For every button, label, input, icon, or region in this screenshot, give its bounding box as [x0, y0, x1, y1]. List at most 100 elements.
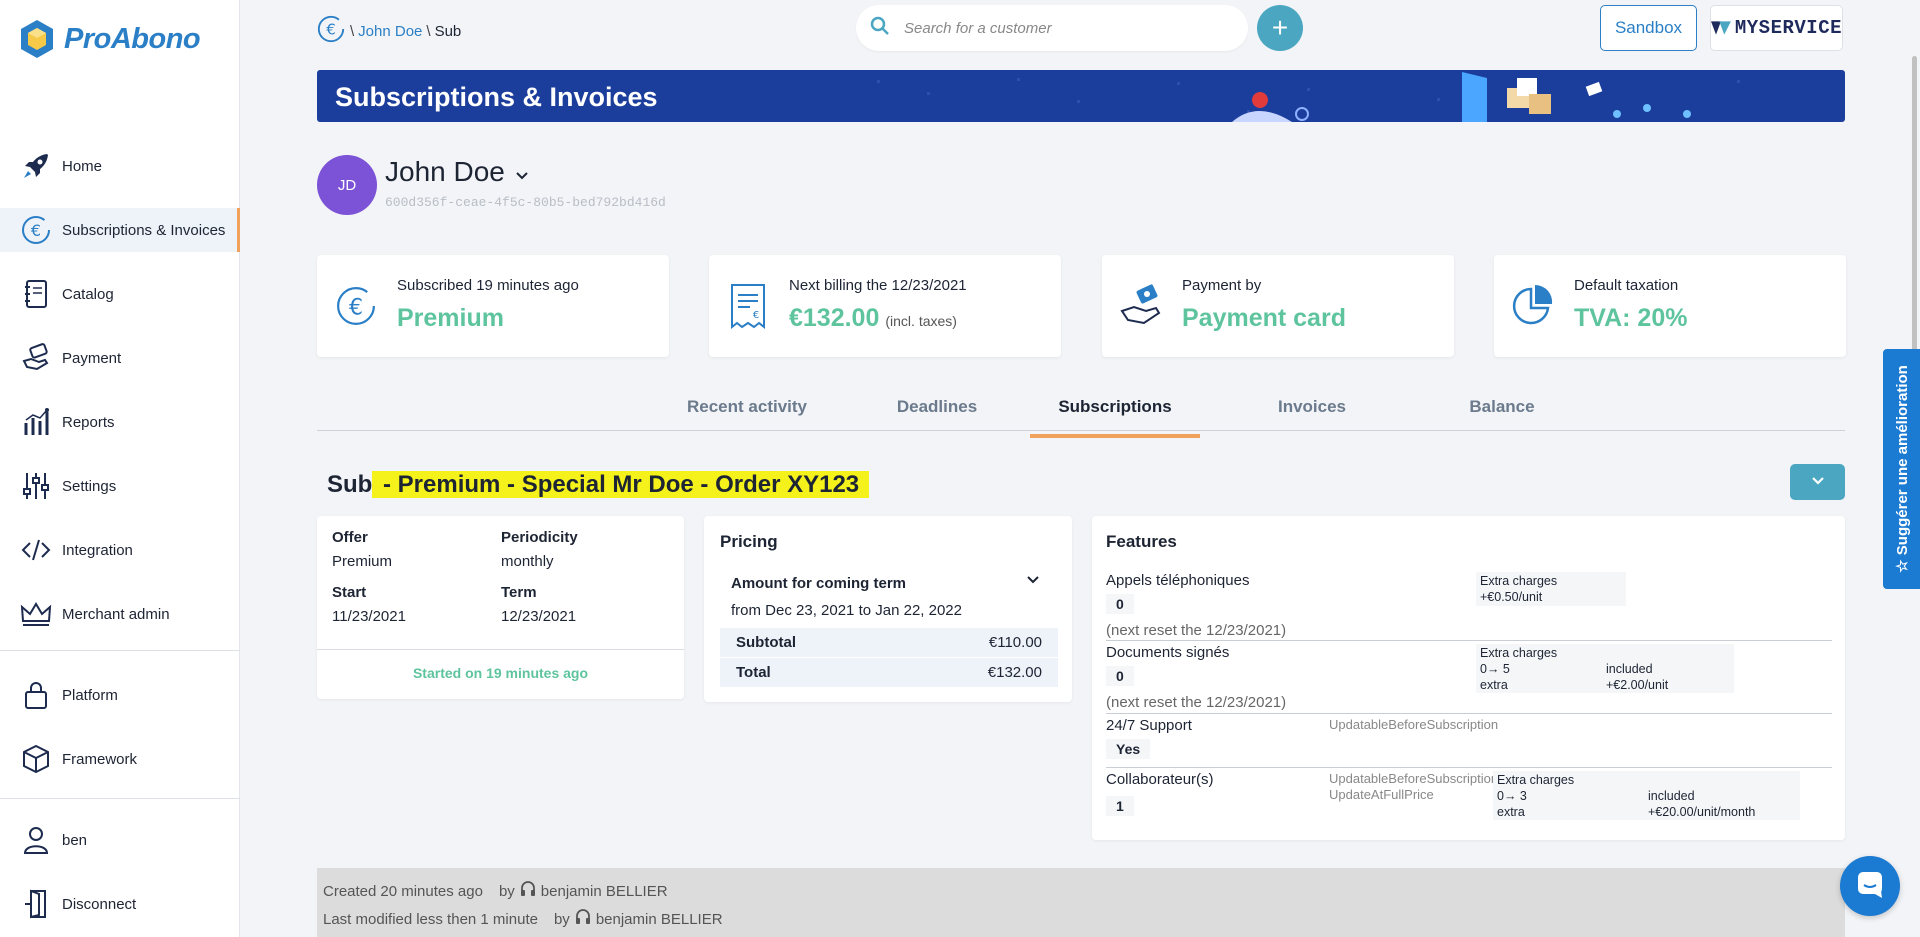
created-label: Created — [323, 882, 377, 900]
breadcrumb-separator: \ — [426, 22, 431, 40]
sidebar-item-home[interactable]: Home — [0, 144, 240, 188]
sidebar-item-merchant-admin[interactable]: Merchant admin — [0, 592, 240, 636]
features-card: Features Appels téléphoniques 0 (next re… — [1092, 516, 1845, 840]
card-value: €132.00 (incl. taxes) — [789, 304, 957, 333]
tab-deadlines[interactable]: Deadlines — [862, 397, 1012, 431]
modified-time: less then 1 minute — [416, 910, 538, 928]
chevron-down-icon[interactable] — [515, 156, 529, 188]
sidebar-item-label: Reports — [62, 413, 115, 431]
euro-cycle-icon: € — [20, 214, 52, 246]
subscription-title-highlight: - Premium - Special Mr Doe - Order XY123 — [372, 471, 870, 498]
tab-invoices[interactable]: Invoices — [1237, 397, 1387, 431]
feature-name: 24/7 Support — [1106, 717, 1192, 734]
sidebar-item-label: Framework — [62, 750, 138, 768]
breadcrumb-separator: \ — [350, 22, 355, 40]
sidebar-item-reports[interactable]: Reports — [0, 400, 240, 444]
scrollbar[interactable] — [1912, 56, 1917, 376]
tab-recent-activity[interactable]: Recent activity — [659, 397, 835, 431]
card-value-amount: €132.00 — [789, 304, 880, 332]
feature-flags: UpdatableBeforeSubscription, UpdateAtFul… — [1329, 771, 1502, 803]
breadcrumb: € \ John Doe \ Sub — [316, 14, 461, 48]
extra-range: 0→ 5 — [1480, 662, 1510, 676]
by-label: by — [553, 910, 570, 928]
subtotal-value: €110.00 — [988, 634, 1042, 651]
feature-name: Collaborateur(s) — [1106, 771, 1214, 788]
euro-cycle-icon[interactable]: € — [316, 14, 346, 48]
sidebar-item-subscriptions[interactable]: € Subscriptions & Invoices — [0, 208, 240, 252]
sidebar-item-label: Home — [62, 157, 103, 175]
sidebar-item-label: Merchant admin — [62, 605, 170, 623]
card-note: (incl. taxes) — [885, 313, 957, 329]
add-button[interactable]: + — [1257, 5, 1303, 51]
sidebar-item-label: Catalog — [62, 285, 114, 303]
feature-value: Yes — [1106, 739, 1151, 759]
offer-card: Offer Premium Periodicity monthly Start … — [317, 516, 684, 699]
extra-range-row: 0→ 5 included — [1480, 661, 1730, 677]
service-logo[interactable]: MYSERVICE — [1710, 5, 1843, 51]
pie-icon — [1508, 281, 1558, 331]
sidebar-item-framework[interactable]: Framework — [0, 737, 240, 781]
search-input[interactable] — [904, 19, 1204, 37]
periodicity-value: monthly — [501, 553, 554, 570]
notebook-icon — [20, 278, 52, 310]
sliders-icon — [20, 470, 52, 502]
total-row: Total €132.00 — [720, 658, 1058, 687]
term-field: Term 12/23/2021 — [501, 584, 576, 625]
card-value: Payment card — [1182, 304, 1346, 332]
sidebar-item-catalog[interactable]: Catalog — [0, 272, 240, 316]
feature-flag: UpdateAtFullPrice — [1329, 787, 1434, 802]
proabono-logo-icon — [21, 20, 53, 58]
divider — [317, 649, 684, 650]
divider — [1106, 767, 1832, 768]
start-field: Start 11/23/2021 — [332, 584, 406, 625]
extra-range: 0→ 3 — [1497, 789, 1527, 803]
chart-icon — [20, 406, 52, 438]
chat-button[interactable] — [1840, 856, 1900, 916]
sidebar-item-integration[interactable]: Integration — [0, 528, 240, 572]
coming-term-label[interactable]: Amount for coming term — [731, 575, 906, 592]
suggest-improvement-tab[interactable]: ☆ Suggérer une amélioration — [1883, 349, 1920, 589]
logo[interactable]: ProAbono — [18, 18, 201, 60]
subtotal-row: Subtotal €110.00 — [720, 628, 1058, 657]
service-name: MYSERVICE — [1734, 17, 1842, 39]
feature-reset: (next reset the 12/23/2021) — [1106, 694, 1287, 711]
feature-item: Collaborateur(s) 1 UpdatableBeforeSubscr… — [1106, 771, 1832, 829]
created-line: Created 20 minutes ago by benjamin BELLI… — [323, 880, 668, 902]
feature-extra-charges: Extra charges 0→ 5 included extra +€2.00… — [1476, 644, 1734, 693]
extra-price-row: extra +€2.00/unit — [1480, 677, 1730, 693]
sidebar-item-settings[interactable]: Settings — [0, 464, 240, 508]
feature-flags: UpdatableBeforeSubscription — [1329, 717, 1499, 732]
customer-id: 600d356f-ceae-4f5c-80b5-bed792bd416d — [385, 195, 666, 210]
tab-balance[interactable]: Balance — [1427, 397, 1577, 431]
extra-title: Extra charges — [1480, 574, 1558, 588]
suggest-label-text: Suggérer une amélioration — [1893, 365, 1911, 556]
headset-icon — [574, 908, 592, 930]
sidebar-item-user[interactable]: ben — [0, 818, 240, 862]
extra-included: included — [1648, 789, 1695, 803]
card-value: TVA: 20% — [1574, 304, 1688, 332]
sidebar-item-label: Subscriptions & Invoices — [62, 221, 226, 239]
brand-name: ProAbono — [64, 22, 201, 55]
subtotal-label: Subtotal — [736, 634, 796, 651]
sidebar-item-label: Settings — [62, 477, 117, 495]
sidebar-item-platform[interactable]: Platform — [0, 673, 240, 717]
feature-item: Documents signés 0 (next reset the 12/23… — [1106, 644, 1832, 712]
customer-name[interactable]: John Doe — [385, 156, 529, 188]
customer-name-text: John Doe — [385, 156, 505, 187]
coming-term-range: from Dec 23, 2021 to Jan 22, 2022 — [731, 602, 962, 619]
start-label: Start — [332, 584, 367, 601]
breadcrumb-customer-link[interactable]: John Doe — [358, 23, 422, 40]
sandbox-button[interactable]: Sandbox — [1600, 5, 1697, 51]
sidebar-item-payment[interactable]: Payment — [0, 336, 240, 380]
sidebar-item-label: Payment — [62, 349, 122, 367]
card-label: Next billing the 12/23/2021 — [789, 277, 967, 294]
extra-word: extra — [1480, 678, 1508, 692]
tab-subscriptions[interactable]: Subscriptions — [1030, 397, 1200, 438]
chevron-down-icon — [1811, 473, 1825, 491]
summary-card-taxation: Default taxation TVA: 20% — [1494, 255, 1846, 357]
chevron-down-icon[interactable] — [1026, 572, 1040, 590]
extra-range-row: 0→ 3 included — [1497, 788, 1796, 804]
door-icon — [20, 888, 52, 920]
sidebar-item-disconnect[interactable]: Disconnect — [0, 882, 240, 926]
collapse-button[interactable] — [1790, 464, 1845, 500]
